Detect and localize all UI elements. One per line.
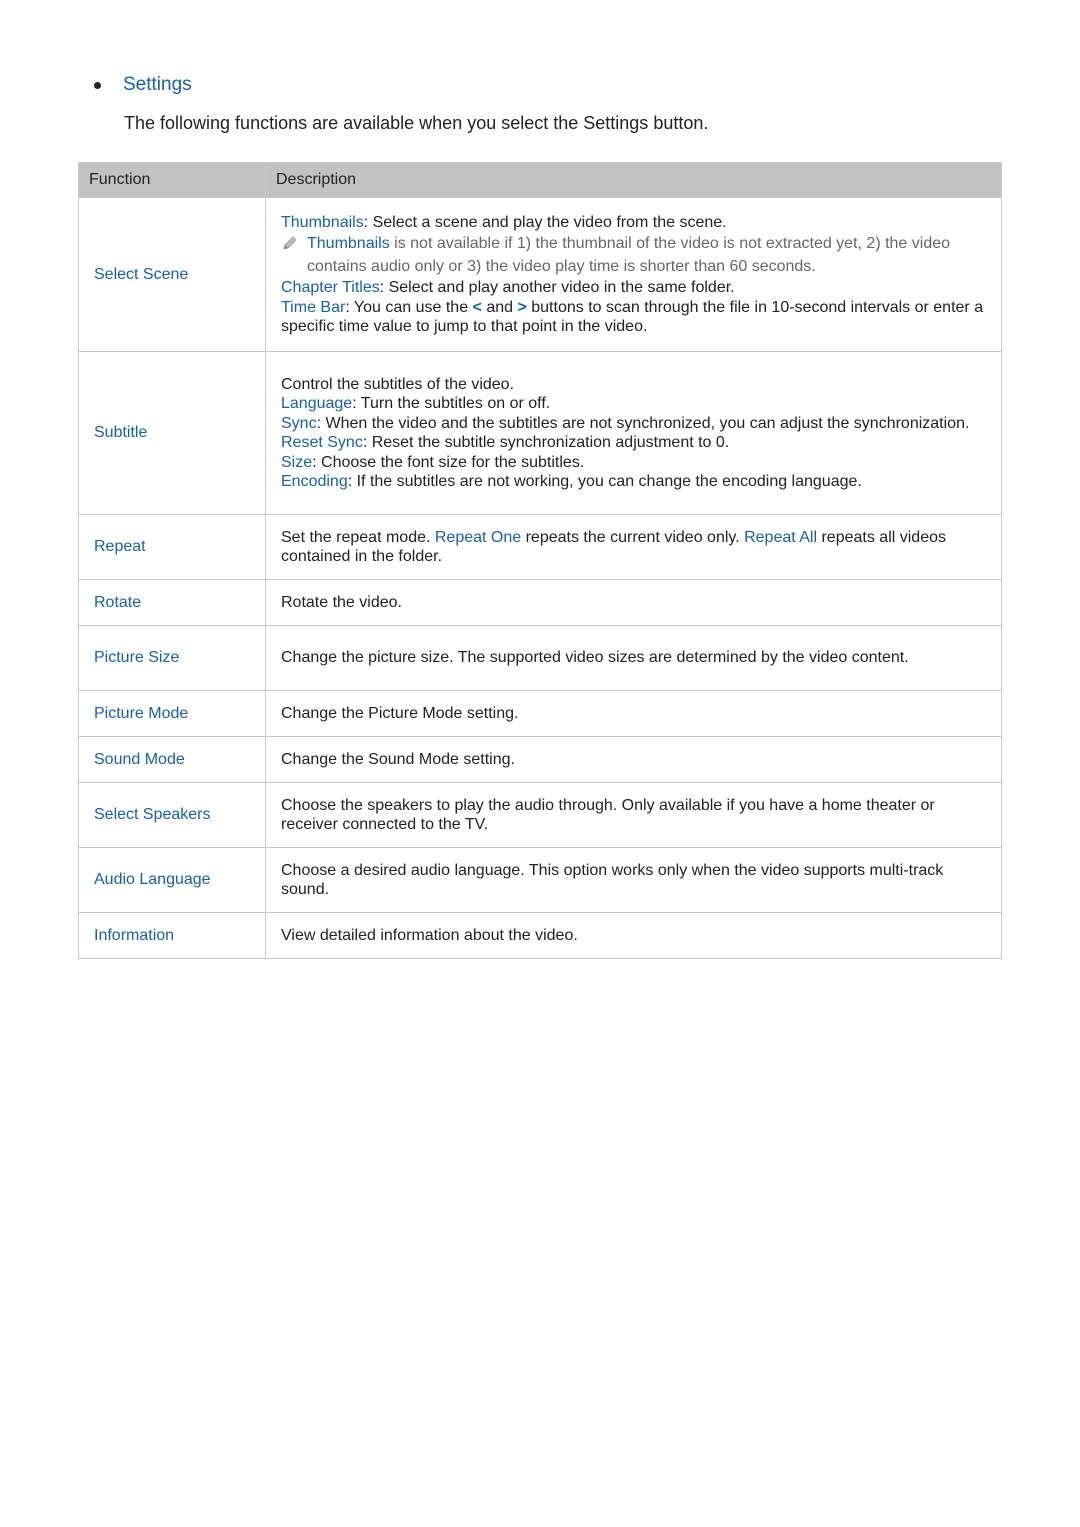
desc-text: Set the repeat mode. [281, 528, 435, 546]
desc-text: : Turn the subtitles on or off. [352, 395, 551, 412]
note-term: Thumbnails [307, 235, 390, 252]
header-description: Description [265, 162, 1002, 198]
table-row: Select Speakers Choose the speakers to p… [78, 782, 1002, 848]
term: Chapter Titles [281, 279, 380, 296]
function-description: Choose the speakers to play the audio th… [265, 782, 1002, 848]
function-description: Change the picture size. The supported v… [265, 625, 1002, 691]
function-description: Thumbnails: Select a scene and play the … [265, 197, 1002, 352]
function-name: Rotate [78, 579, 266, 626]
desc-line: Time Bar: You can use the < and > button… [281, 298, 986, 337]
function-name: Subtitle [78, 351, 266, 515]
table-row: Select Scene Thumbnails: Select a scene … [78, 197, 1002, 352]
desc-line: Thumbnails: Select a scene and play the … [281, 213, 986, 233]
term: Size [281, 453, 313, 471]
desc-text: and [481, 298, 518, 316]
function-description: View detailed information about the vide… [265, 912, 1002, 959]
table-header-row: Function Description [78, 162, 1002, 198]
term: Language [281, 395, 353, 412]
desc-text: : Choose the font size for the subtitles… [312, 453, 585, 471]
desc-line: Size: Choose the font size for the subti… [281, 453, 986, 473]
function-description: Control the subtitles of the video. Lang… [265, 351, 1002, 515]
desc-text: : Reset the subtitle synchronization adj… [362, 434, 730, 451]
term: Repeat One [434, 528, 522, 546]
function-name: Picture Mode [78, 690, 266, 737]
section-heading: Settings [94, 74, 192, 96]
term: Time Bar [281, 298, 346, 316]
header-function: Function [78, 162, 266, 198]
settings-table: Function Description Select Scene Thumbn… [78, 162, 1002, 959]
function-description: Rotate the video. [265, 579, 1002, 626]
chevron-right-icon: > [517, 298, 527, 316]
note: Thumbnails is not available if 1) the th… [281, 232, 986, 278]
term: Reset Sync [281, 434, 363, 451]
section-intro: The following functions are available wh… [124, 113, 709, 133]
bullet-icon [94, 81, 101, 89]
term: Sync [281, 414, 317, 432]
table-row: Information View detailed information ab… [78, 912, 1002, 959]
table-row: Picture Size Change the picture size. Th… [78, 625, 1002, 691]
desc-line: Chapter Titles: Select and play another … [281, 278, 986, 298]
desc-text: : You can use the [345, 298, 473, 316]
function-description: Change the Sound Mode setting. [265, 736, 1002, 783]
note-text: is not available if 1) the thumbnail of … [307, 235, 951, 275]
desc-line: Control the subtitles of the video. [281, 375, 515, 393]
term: Encoding [281, 473, 348, 490]
desc-line: Reset Sync: Reset the subtitle synchroni… [281, 433, 986, 453]
function-name: Select Scene [78, 197, 266, 352]
table-row: Audio Language Choose a desired audio la… [78, 847, 1002, 913]
function-name: Select Speakers [78, 782, 266, 848]
desc-text: repeats the current video only. [521, 528, 745, 546]
desc-text: : Select and play another video in the s… [379, 279, 735, 296]
table-row: Repeat Set the repeat mode. Repeat One r… [78, 514, 1002, 580]
table-row: Subtitle Control the subtitles of the vi… [78, 351, 1002, 515]
desc-line: Language: Turn the subtitles on or off. [281, 394, 986, 414]
table-row: Sound Mode Change the Sound Mode setting… [78, 736, 1002, 783]
table-row: Rotate Rotate the video. [78, 579, 1002, 626]
table-row: Picture Mode Change the Picture Mode set… [78, 690, 1002, 737]
desc-text: : Select a scene and play the video from… [363, 213, 727, 231]
function-name: Sound Mode [78, 736, 266, 783]
function-description: Change the Picture Mode setting. [265, 690, 1002, 737]
term: Thumbnails [281, 213, 364, 231]
function-name: Picture Size [78, 625, 266, 691]
desc-text: : When the video and the subtitles are n… [316, 414, 970, 432]
section-title: Settings [123, 74, 192, 95]
function-name: Audio Language [78, 847, 266, 913]
term: Repeat All [744, 528, 818, 546]
function-name: Repeat [78, 514, 266, 580]
function-description: Set the repeat mode. Repeat One repeats … [265, 514, 1002, 580]
function-name: Information [78, 912, 266, 959]
desc-line: Encoding: If the subtitles are not worki… [281, 472, 986, 492]
chevron-left-icon: < [472, 298, 482, 316]
function-description: Choose a desired audio language. This op… [265, 847, 1002, 913]
pencil-icon [283, 236, 297, 250]
desc-line: Sync: When the video and the subtitles a… [281, 414, 986, 434]
desc-text: : If the subtitles are not working, you … [347, 473, 862, 490]
